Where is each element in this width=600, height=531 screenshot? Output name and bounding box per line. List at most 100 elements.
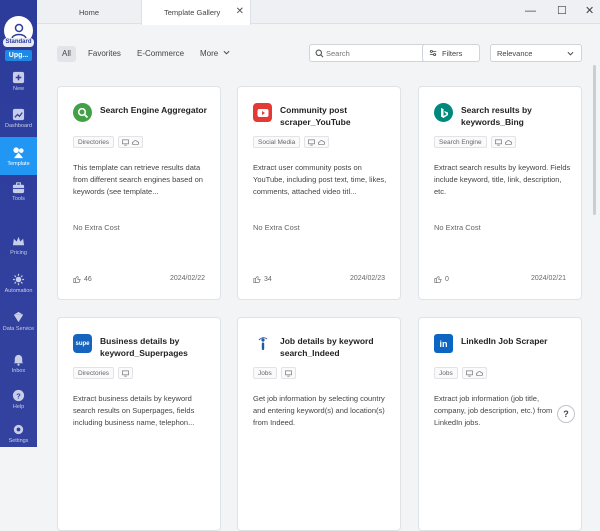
help-float-button[interactable]: ? <box>557 405 575 423</box>
filters-button[interactable]: Filters <box>422 44 480 62</box>
card-description: This template can retrieve results data … <box>73 163 203 196</box>
template-card[interactable]: Search results by keywords_Bing Search E… <box>418 86 582 300</box>
category-tag: Directories <box>73 367 115 379</box>
desktop-icon <box>122 370 129 376</box>
sort-select[interactable]: Relevance <box>490 44 582 62</box>
category-tag: Jobs <box>253 367 277 379</box>
sidebar-item-inbox[interactable]: Inbox <box>0 344 37 382</box>
sidebar-item-label: Data Service <box>2 325 35 332</box>
filters-label: Filters <box>442 48 463 58</box>
template-card[interactable]: Job details by keyword search_Indeed Job… <box>237 317 401 531</box>
filter-tab-favorites[interactable]: Favorites <box>88 46 121 62</box>
card-description: Extract job information (job title, comp… <box>434 394 553 427</box>
minimize-button[interactable]: — <box>525 5 536 17</box>
card-date: 2024/02/21 <box>530 275 566 282</box>
sidebar-item-label: Automation <box>4 287 33 294</box>
likes-count: 34 <box>264 275 272 283</box>
card-title: Search results by keywords_Bing <box>461 105 532 127</box>
upgrade-button[interactable]: Upg... <box>5 50 32 61</box>
template-card[interactable]: in LinkedIn Job Scraper Jobs Extract job… <box>418 317 582 531</box>
indeed-icon <box>253 334 272 353</box>
sidebar-item-data-service[interactable]: Data Service <box>0 302 37 340</box>
filter-tab-more-label: More <box>200 49 219 58</box>
svg-text:?: ? <box>16 391 21 400</box>
desktop-icon <box>284 370 292 376</box>
tab-label: Template Gallery <box>164 8 221 17</box>
category-tag: Search Engine <box>434 136 487 148</box>
sidebar-item-label: Inbox <box>11 367 26 374</box>
close-tab-icon[interactable]: ✕ <box>236 7 244 17</box>
card-title: Business details by keyword_Superpages <box>100 336 188 358</box>
card-likes[interactable]: 34 <box>253 275 272 283</box>
sidebar-item-tools[interactable]: Tools <box>0 172 37 210</box>
card-description: Extract user community posts on YouTube,… <box>253 163 387 196</box>
sidebar-item-help[interactable]: ? Help <box>0 380 37 418</box>
thumbs-up-icon <box>253 276 261 283</box>
main-content: All Favorites E-Commerce More Filters Re… <box>37 25 600 531</box>
card-cost: No Extra Cost <box>73 223 120 232</box>
desktop-icon <box>465 370 473 376</box>
platform-tag <box>490 136 516 148</box>
youtube-icon <box>253 103 272 122</box>
chevron-down-icon <box>567 51 574 56</box>
search-input[interactable] <box>326 48 436 59</box>
tab-home[interactable]: Home <box>79 0 99 24</box>
sidebar-item-label: Tools <box>12 195 25 202</box>
filter-tab-more[interactable]: More <box>200 46 230 62</box>
bing-icon <box>434 103 453 122</box>
data-service-icon <box>13 311 24 322</box>
sliders-icon <box>429 49 437 57</box>
card-description: Get job information by selecting country… <box>253 394 385 427</box>
likes-count: 46 <box>84 275 92 283</box>
dashboard-icon <box>12 108 25 120</box>
sidebar-item-dashboard[interactable]: Dashboard <box>0 99 37 137</box>
card-tags: Search Engine <box>434 136 516 148</box>
card-title: Community post scraper_YouTube <box>280 105 351 127</box>
sidebar-item-automation[interactable]: Automation <box>0 264 37 302</box>
filter-tab-ecommerce[interactable]: E-Commerce <box>137 46 184 62</box>
chevron-down-icon <box>223 50 230 55</box>
card-tags: Jobs <box>434 367 487 379</box>
sidebar-item-label: Pricing <box>10 249 27 256</box>
superpages-icon: supe <box>73 334 92 353</box>
cloud-icon <box>132 139 140 145</box>
platform-tag <box>118 136 144 148</box>
filter-tab-all[interactable]: All <box>57 46 76 62</box>
cloud-icon <box>475 370 483 376</box>
close-window-button[interactable]: ✕ <box>585 5 594 17</box>
automation-icon <box>12 273 25 285</box>
sidebar-item-settings[interactable]: Settings <box>0 414 37 452</box>
sidebar-item-new[interactable]: New <box>0 62 37 100</box>
card-description: Extract search results by keyword. Field… <box>434 163 571 196</box>
card-likes[interactable]: 0 <box>434 275 449 283</box>
search-icon <box>315 49 324 58</box>
card-description: Extract business details by keyword sear… <box>73 394 195 427</box>
platform-tag <box>461 367 487 379</box>
card-tags: Social Media <box>253 136 330 148</box>
linkedin-icon: in <box>434 334 453 353</box>
template-card[interactable]: Community post scraper_YouTube Social Me… <box>237 86 401 300</box>
tab-template-gallery[interactable]: Template Gallery ✕ <box>141 0 251 25</box>
template-card[interactable]: Search Engine Aggregator Directories Thi… <box>57 86 221 300</box>
category-tag: Social Media <box>253 136 301 148</box>
tab-bar: Home Template Gallery ✕ — ☐ ✕ <box>37 0 600 25</box>
template-card[interactable]: supe Business details by keyword_Superpa… <box>57 317 221 531</box>
card-tags: Directories <box>73 367 134 379</box>
card-date: 2024/02/22 <box>169 275 205 282</box>
bell-icon <box>13 354 24 366</box>
sidebar-item-pricing[interactable]: Pricing <box>0 226 37 264</box>
scrollbar-thumb[interactable] <box>593 65 596 215</box>
sidebar-item-template[interactable]: Template <box>0 137 37 175</box>
toolbox-icon <box>12 181 25 193</box>
settings-icon <box>13 424 24 434</box>
linkedin-logo-text: in <box>439 338 448 349</box>
category-tag: Jobs <box>434 367 458 379</box>
sidebar-item-label: Help <box>12 403 25 410</box>
template-icon <box>13 146 24 158</box>
card-likes[interactable]: 46 <box>73 275 92 283</box>
maximize-button[interactable]: ☐ <box>557 5 567 17</box>
platform-tag <box>280 367 296 379</box>
superpages-logo-text: supe <box>75 340 90 347</box>
card-title: Job details by keyword search_Indeed <box>280 336 374 358</box>
desktop-icon <box>494 139 502 145</box>
